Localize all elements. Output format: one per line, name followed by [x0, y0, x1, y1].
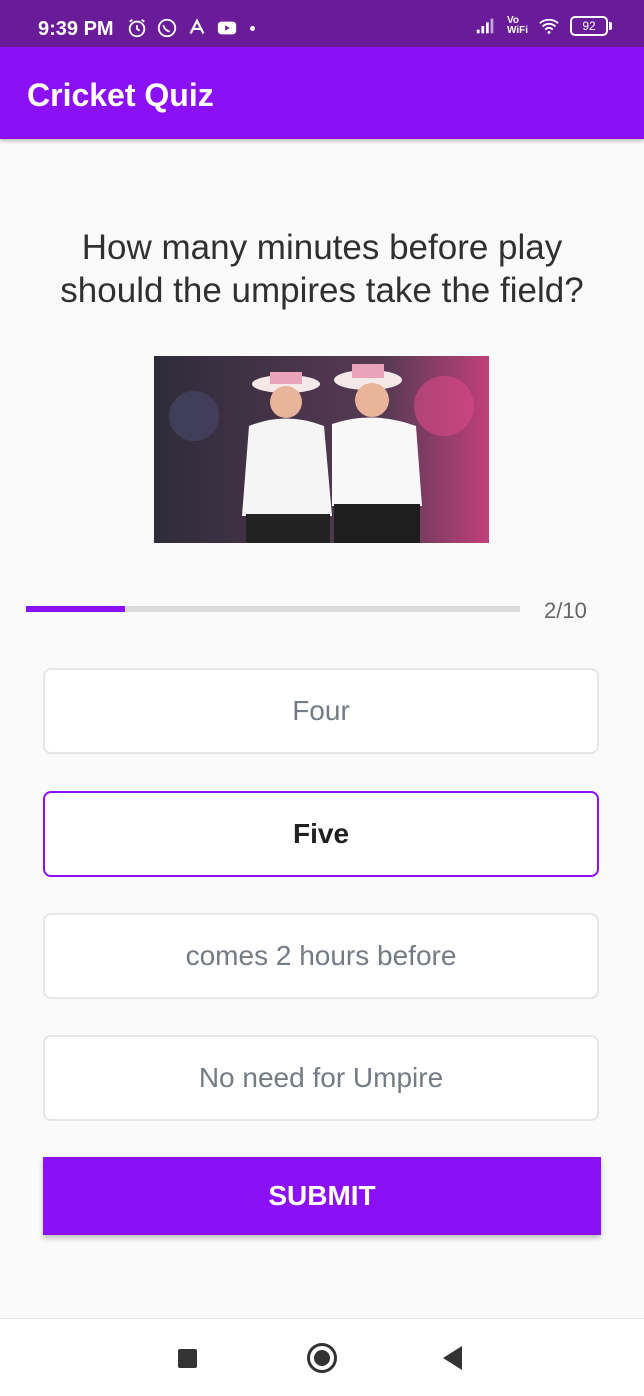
back-icon[interactable]	[443, 1346, 462, 1370]
wifi-icon	[539, 18, 559, 34]
status-time: 9:39 PM	[38, 18, 114, 40]
more-notifications-dot	[250, 25, 255, 31]
signal-icon	[476, 18, 494, 34]
option-label: Five	[292, 818, 350, 849]
question-text: How many minutes before play should the …	[60, 228, 584, 310]
status-bar: 9:39 PM Vo WiFi 92	[0, 0, 644, 47]
progress-bar	[26, 606, 520, 612]
option-no-need-for-umpire[interactable]: No need for Umpire	[43, 1035, 599, 1121]
youtube-icon	[217, 21, 237, 35]
notification-icons	[126, 17, 255, 39]
option-label: No need for Umpire	[198, 1062, 444, 1093]
navigation-bar	[0, 1318, 644, 1396]
option-label: comes 2 hours before	[185, 940, 457, 971]
vowifi-icon: Vo WiFi	[507, 16, 528, 36]
umpires-photo	[154, 356, 489, 543]
battery-level: 92	[582, 19, 596, 33]
recent-apps-icon[interactable]	[178, 1349, 197, 1368]
app-bar: Cricket Quiz	[0, 47, 644, 139]
umpires-image	[154, 356, 489, 543]
vowifi-bottom-label: WiFi	[506, 25, 528, 36]
alarm-icon	[128, 18, 146, 38]
app-icon	[189, 18, 205, 34]
submit-button[interactable]: SUBMIT	[43, 1157, 601, 1235]
battery-icon: 92	[570, 16, 612, 36]
whatsapp-icon	[157, 18, 177, 38]
app-title: Cricket Quiz	[27, 77, 214, 113]
system-icons: Vo WiFi 92	[475, 15, 612, 37]
progress-fill	[26, 606, 125, 612]
option-label: Four	[292, 695, 350, 726]
option-four[interactable]: Four	[43, 668, 599, 754]
progress-label: 2/10	[544, 598, 587, 623]
home-icon[interactable]	[307, 1343, 337, 1373]
option-five[interactable]: Five	[43, 791, 599, 877]
option-comes-2-hours-before[interactable]: comes 2 hours before	[43, 913, 599, 999]
